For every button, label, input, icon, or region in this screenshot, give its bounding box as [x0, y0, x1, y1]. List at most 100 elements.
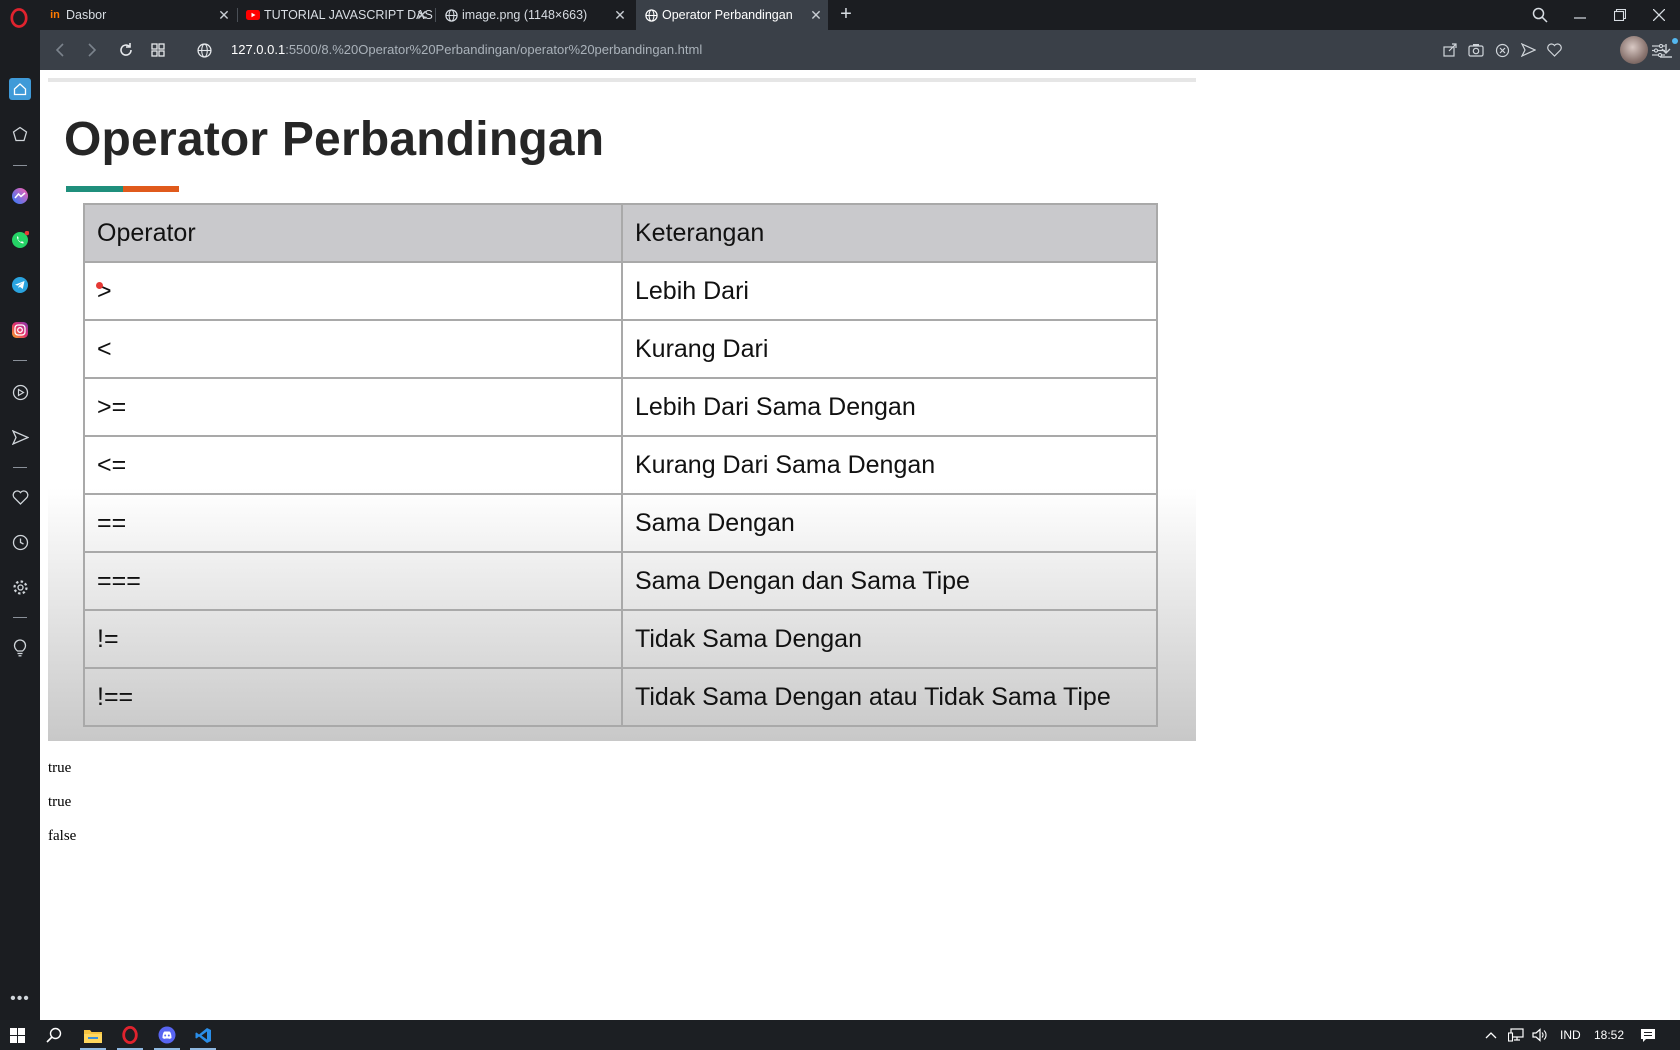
send-icon[interactable]	[1518, 40, 1538, 60]
description-cell: Sama Dengan dan Sama Tipe	[621, 551, 1158, 611]
table-row: > Lebih Dari	[83, 261, 1158, 321]
table-row: !== Tidak Sama Dengan atau Tidak Sama Tip…	[83, 667, 1158, 727]
history-clock-icon[interactable]	[9, 531, 31, 553]
tab-title: image.png (1148×663)	[462, 8, 588, 22]
operator-cell: ==	[83, 493, 623, 553]
file-explorer-icon[interactable]	[81, 1024, 105, 1046]
tab-image-png[interactable]: image.png (1148×663) ✕	[436, 0, 632, 30]
sidebar: •••	[0, 30, 40, 1020]
address-toolbar: 127.0.0.1:5500/8.%20Operator%20Perbandin…	[40, 30, 1680, 70]
close-window-button[interactable]	[1647, 3, 1671, 27]
windows-taskbar: IND 18:52	[0, 1020, 1680, 1050]
close-icon[interactable]: ✕	[414, 7, 430, 23]
opera-browser-icon[interactable]	[118, 1024, 142, 1046]
description-cell: Tidak Sama Dengan atau Tidak Sama Tipe	[621, 667, 1158, 727]
home-icon[interactable]	[9, 78, 31, 100]
settings-gear-icon[interactable]	[9, 576, 31, 598]
column-header-operator: Operator	[83, 203, 623, 263]
bookmarks-icon[interactable]	[9, 123, 31, 145]
close-icon[interactable]: ✕	[216, 7, 232, 23]
tab-dasbor[interactable]: in Dasbor ✕	[40, 0, 236, 30]
table-row: <= Kurang Dari Sama Dengan	[83, 435, 1158, 495]
operator-cell: <=	[83, 435, 623, 495]
instagram-icon[interactable]	[9, 319, 31, 341]
tab-title: Dasbor	[66, 8, 107, 22]
table-row: != Tidak Sama Dengan	[83, 609, 1158, 669]
column-header-keterangan: Keterangan	[621, 203, 1158, 263]
notifications-icon[interactable]	[1636, 1024, 1660, 1046]
sidebar-divider	[13, 360, 27, 361]
snapshot-camera-icon[interactable]	[1466, 40, 1486, 60]
table-header-row: Operator Keterangan	[83, 203, 1158, 263]
output-line: false	[48, 828, 77, 844]
clock[interactable]: 18:52	[1594, 1028, 1624, 1042]
table-row: === Sama Dengan dan Sama Tipe	[83, 551, 1158, 611]
new-tab-button[interactable]: +	[836, 3, 856, 26]
tab-strip: in Dasbor ✕ TUTORIAL JAVASCRIPT DAS ✕ im…	[0, 0, 1680, 30]
search-tabs-icon[interactable]	[1528, 3, 1552, 27]
tab-youtube-tutorial[interactable]: TUTORIAL JAVASCRIPT DAS ✕	[238, 0, 434, 30]
minimize-button[interactable]	[1568, 3, 1592, 27]
share-icon[interactable]	[1440, 40, 1460, 60]
site-info-globe-icon[interactable]	[194, 40, 214, 60]
table-row: >= Lebih Dari Sama Dengan	[83, 377, 1158, 437]
operator-cell: ===	[83, 551, 623, 611]
close-icon[interactable]: ✕	[612, 7, 628, 23]
download-badge	[1672, 38, 1678, 44]
operator-cell: !=	[83, 609, 623, 669]
easy-setup-icon[interactable]	[1648, 40, 1668, 60]
page-content: Operator Perbandingan Operator Keteranga…	[40, 70, 1680, 1020]
reload-icon[interactable]	[116, 40, 136, 60]
url-path: :5500/8.%20Operator%20Perbandingan/opera…	[285, 42, 703, 57]
volume-icon[interactable]	[1528, 1024, 1552, 1046]
whatsapp-icon[interactable]	[9, 229, 31, 251]
in-logo-icon: in	[50, 9, 60, 21]
sidebar-divider	[13, 467, 27, 468]
image-title: Operator Perbandingan	[64, 113, 605, 166]
discord-icon[interactable]	[155, 1024, 179, 1046]
sidebar-divider	[13, 617, 27, 618]
lightbulb-icon[interactable]	[9, 637, 31, 659]
output-line: true	[48, 794, 72, 810]
close-icon[interactable]: ✕	[808, 7, 824, 23]
image-top-border	[48, 78, 1196, 82]
description-cell: Tidak Sama Dengan	[621, 609, 1158, 669]
table-row: < Kurang Dari	[83, 319, 1158, 379]
forward-icon[interactable]	[82, 40, 102, 60]
cursor-marker-dot	[96, 282, 103, 289]
opera-logo-icon[interactable]	[10, 8, 28, 28]
heart-icon[interactable]	[9, 486, 31, 508]
tab-title: Operator Perbandingan	[662, 8, 793, 22]
network-icon[interactable]	[1504, 1024, 1528, 1046]
profile-avatar[interactable]	[1620, 36, 1648, 64]
back-icon[interactable]	[50, 40, 70, 60]
url-host: 127.0.0.1	[231, 42, 286, 57]
description-cell: Kurang Dari	[621, 319, 1158, 379]
description-cell: Kurang Dari Sama Dengan	[621, 435, 1158, 495]
tab-operator-perbandingan[interactable]: Operator Perbandingan ✕	[636, 0, 828, 30]
windows-start-icon[interactable]	[5, 1024, 29, 1046]
description-cell: Sama Dengan	[621, 493, 1158, 553]
heart-icon[interactable]	[1544, 40, 1564, 60]
operator-table: Operator Keterangan > Lebih Dari < Kurang …	[83, 203, 1158, 727]
flow-send-icon[interactable]	[9, 426, 31, 448]
player-icon[interactable]	[9, 381, 31, 403]
output-line: true	[48, 760, 72, 776]
tab-title: TUTORIAL JAVASCRIPT DAS	[264, 8, 433, 22]
globe-icon	[444, 8, 458, 22]
ad-blocker-icon[interactable]	[1492, 40, 1512, 60]
tab-grid-icon[interactable]	[148, 40, 168, 60]
vscode-icon[interactable]	[191, 1024, 215, 1046]
description-cell: Lebih Dari Sama Dengan	[621, 377, 1158, 437]
telegram-icon[interactable]	[9, 274, 31, 296]
search-icon[interactable]	[42, 1024, 66, 1046]
restore-button[interactable]	[1608, 3, 1632, 27]
more-options-icon[interactable]: •••	[9, 988, 31, 1010]
table-row: == Sama Dengan	[83, 493, 1158, 553]
chevron-up-icon[interactable]	[1479, 1024, 1503, 1046]
messenger-icon[interactable]	[9, 185, 31, 207]
operator-cell: >=	[83, 377, 623, 437]
title-underline-teal	[66, 186, 123, 192]
url-field[interactable]: 127.0.0.1:5500/8.%20Operator%20Perbandin…	[231, 42, 702, 57]
language-indicator[interactable]: IND	[1560, 1028, 1581, 1042]
